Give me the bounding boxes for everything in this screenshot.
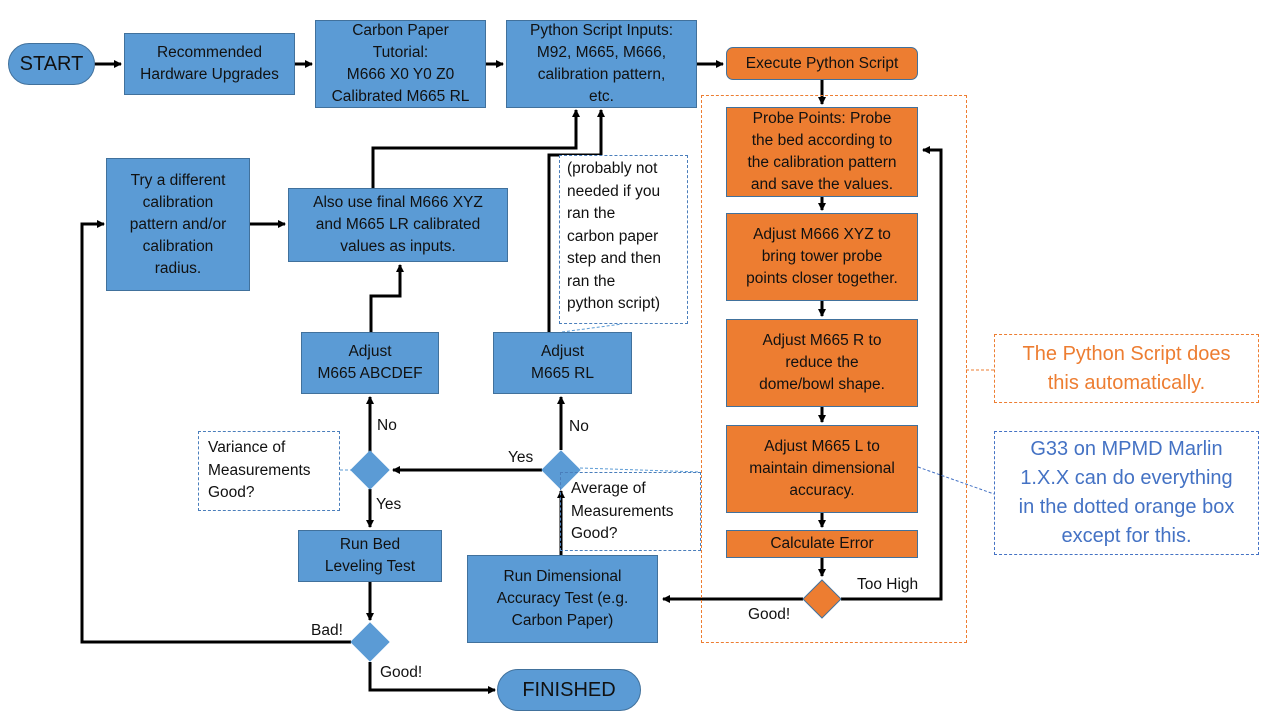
- carbon-paper-step: Carbon Paper Tutorial: M666 X0 Y0 Z0 Cal…: [315, 20, 486, 108]
- note-python-auto: The Python Script does this automaticall…: [994, 334, 1259, 403]
- adjust-rl-step: Adjust M665 RL: [493, 332, 632, 394]
- adjust-abcdef-step: Adjust M665 ABCDEF: [301, 332, 439, 394]
- label-good-final: Good!: [380, 664, 423, 681]
- run-bed-leveling-step: Run Bed Leveling Test: [298, 530, 442, 582]
- probe-points-step: Probe Points: Probe the bed according to…: [726, 107, 918, 197]
- label-no-rl: No: [569, 418, 589, 435]
- label-yes-average: Yes: [508, 449, 534, 466]
- decision-variance: [350, 450, 390, 490]
- edge-alsouse-python: [371, 109, 580, 188]
- calculate-error-step: Calculate Error: [726, 530, 918, 558]
- label-no-abcdef: No: [377, 417, 397, 434]
- run-dimensional-step: Run Dimensional Accuracy Test (e.g. Carb…: [467, 555, 658, 643]
- note-g33: G33 on MPMD Marlin 1.X.X can do everythi…: [994, 431, 1259, 555]
- leader-probably: [561, 323, 623, 333]
- label-good-error: Good!: [748, 606, 791, 623]
- start-terminal: START: [8, 43, 95, 85]
- decision-bed-result: [350, 622, 390, 662]
- note-variance-question: Variance of Measurements Good?: [198, 431, 340, 511]
- edge-abcdef-alsouse: [369, 264, 404, 332]
- try-different-step: Try a different calibration pattern and/…: [106, 158, 250, 291]
- label-too-high: Too High: [857, 576, 919, 593]
- label-bad: Bad!: [311, 622, 343, 639]
- label-yes-variance: Yes: [376, 496, 402, 513]
- adjust-m666-step: Adjust M666 XYZ to bring tower probe poi…: [726, 213, 918, 301]
- execute-script-step: Execute Python Script: [726, 47, 918, 80]
- hardware-upgrades-step: Recommended Hardware Upgrades: [124, 33, 295, 95]
- note-average-question: Average of Measurements Good?: [560, 472, 701, 551]
- finished-terminal: FINISHED: [497, 669, 641, 711]
- note-probably-not-needed: (probably not needed if you ran the carb…: [559, 155, 688, 324]
- also-use-final-step: Also use final M666 XYZ and M665 LR cali…: [288, 188, 508, 262]
- adjust-m665-l-step: Adjust M665 L to maintain dimensional ac…: [726, 425, 918, 513]
- python-inputs-step: Python Script Inputs: M92, M665, M666, c…: [506, 20, 697, 108]
- adjust-m665-r-step: Adjust M665 R to reduce the dome/bowl sh…: [726, 319, 918, 407]
